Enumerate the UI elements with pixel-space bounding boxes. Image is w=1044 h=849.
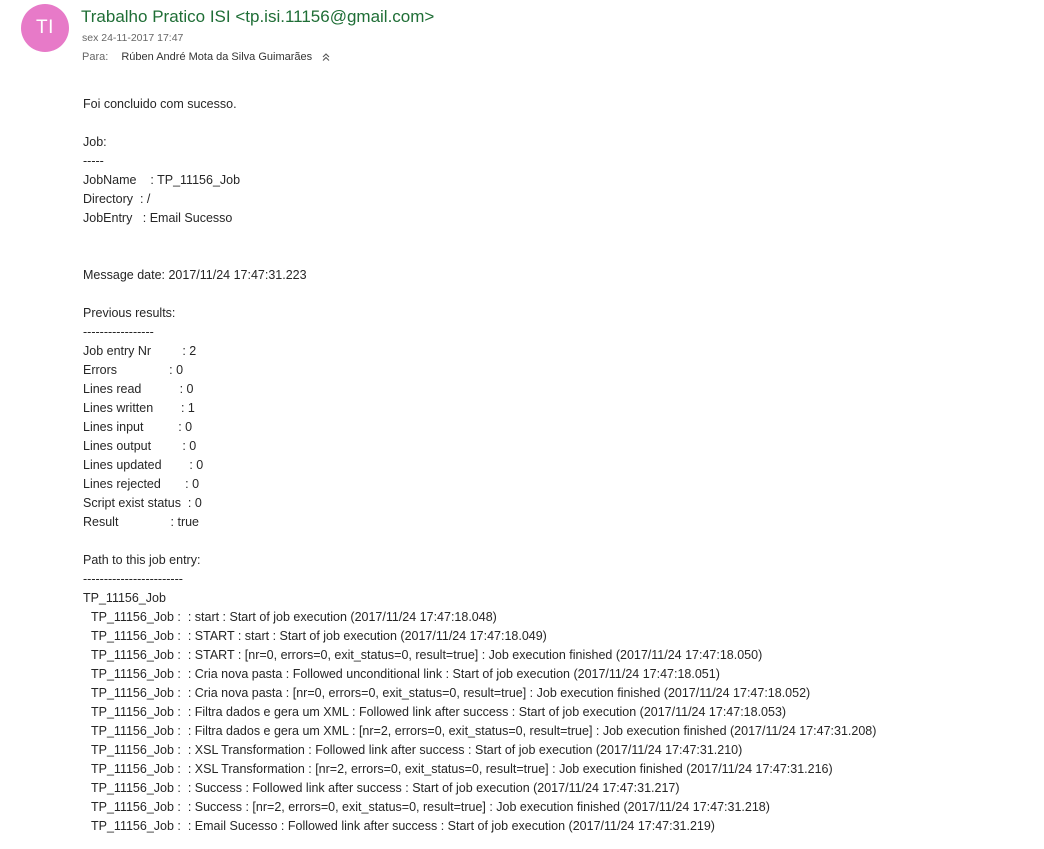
body-line: ------------------------ [83,572,183,586]
message-date: sex 24-11-2017 17:47 [82,32,184,44]
body-text: Foi concluido com sucesso. Job: ----- JobNa… [83,95,1033,608]
body-line: Job: [83,135,107,149]
body-line: Result : true [83,515,200,529]
body-line: Lines updated : 0 [83,458,204,472]
body-line: ----- [83,154,104,168]
body-line: Lines input : 0 [83,420,193,434]
body-line [83,532,1033,551]
job-path-list: TP_11156_Job : : start : Start of job ex… [83,608,1033,836]
body-line: JobEntry : Email Sucesso [83,211,233,225]
body-line: Job entry Nr : 2 [83,344,197,358]
body-line: Message date: 2017/11/24 17:47:31.223 [83,268,307,282]
job-path-entry: TP_11156_Job : : START : start : Start o… [91,629,547,643]
body-line: Directory : / [83,192,151,206]
body-line: Errors : 0 [83,363,184,377]
job-path-entry: TP_11156_Job : : Filtra dados e gera um … [91,724,877,738]
body-line: TP_11156_Job [83,591,166,605]
body-line: JobName : TP_11156_Job [83,173,241,187]
to-recipient[interactable]: Rúben André Mota da Silva Guimarães [121,51,312,63]
job-path-entry: TP_11156_Job : : START : [nr=0, errors=0… [91,648,763,662]
message-header: TI Trabalho Pratico ISI <tp.isi.11156@gm… [0,0,1044,80]
body-line: Lines output : 0 [83,439,197,453]
sender-email[interactable]: <tp.isi.11156@gmail.com> [235,7,434,26]
job-path-entry: TP_11156_Job : : Success : Followed link… [91,781,680,795]
body-line: Path to this job entry: [83,553,201,567]
job-path-entry: TP_11156_Job : : Success : [nr=2, errors… [91,800,770,814]
body-line: Foi concluido com sucesso. [83,97,237,111]
body-line: ----------------- [83,325,154,339]
sender-line[interactable]: Trabalho Pratico ISI <tp.isi.11156@gmail… [81,7,434,27]
job-path-entry: TP_11156_Job : : Cria nova pasta : [nr=0… [91,686,811,700]
body-line: Lines read : 0 [83,382,194,396]
job-path-entry: TP_11156_Job : : Email Sucesso : Followe… [91,819,715,833]
body-line [83,228,1033,247]
message-body: Foi concluido com sucesso. Job: ----- JobNa… [83,95,1033,836]
sender-name[interactable]: Trabalho Pratico ISI [81,7,231,26]
job-path-entry: TP_11156_Job : : Filtra dados e gera um … [91,705,787,719]
body-line [83,285,1033,304]
job-path-entry: TP_11156_Job : : XSL Transformation : Fo… [91,743,743,757]
body-line [83,247,1033,266]
job-path-entry: TP_11156_Job : : Cria nova pasta : Follo… [91,667,720,681]
body-line: Lines written : 1 [83,401,195,415]
recipients-row: Para: Rúben André Mota da Silva Guimarãe… [82,51,331,63]
body-line [83,114,1033,133]
body-line: Script exist status : 0 [83,496,202,510]
body-line: Lines rejected : 0 [83,477,200,491]
body-line: Previous results: [83,306,176,320]
collapse-recipients-icon[interactable] [321,52,331,62]
job-path-entry: TP_11156_Job : : XSL Transformation : [n… [91,762,833,776]
sender-avatar[interactable]: TI [21,4,69,52]
to-label: Para: [82,51,109,63]
job-path-entry: TP_11156_Job : : start : Start of job ex… [91,610,497,624]
